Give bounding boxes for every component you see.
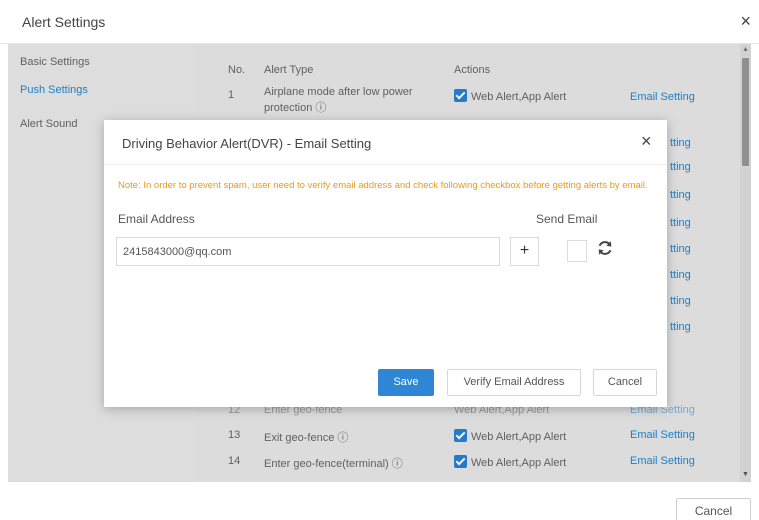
cancel-button[interactable]: Cancel: [676, 498, 751, 520]
dialog-cancel-button[interactable]: Cancel: [593, 369, 657, 396]
refresh-icon[interactable]: [596, 239, 614, 257]
window-title: Alert Settings: [22, 14, 106, 30]
dialog-divider: [104, 164, 667, 165]
dialog-title: Driving Behavior Alert(DVR) - Email Sett…: [122, 136, 372, 151]
verify-email-button[interactable]: Verify Email Address: [447, 369, 581, 396]
dialog-close-icon[interactable]: ×: [641, 132, 652, 150]
save-button[interactable]: Save: [378, 369, 434, 396]
send-email-label: Send Email: [536, 212, 598, 226]
email-address-input[interactable]: [116, 237, 500, 266]
send-email-checkbox[interactable]: [567, 240, 587, 262]
email-setting-dialog: Driving Behavior Alert(DVR) - Email Sett…: [104, 120, 667, 407]
add-email-button[interactable]: +: [510, 237, 539, 266]
window-close-icon[interactable]: ×: [740, 12, 751, 30]
email-address-label: Email Address: [118, 212, 195, 226]
spam-note: Note: In order to prevent spam, user nee…: [118, 180, 648, 191]
window-header: Alert Settings ×: [0, 0, 759, 44]
